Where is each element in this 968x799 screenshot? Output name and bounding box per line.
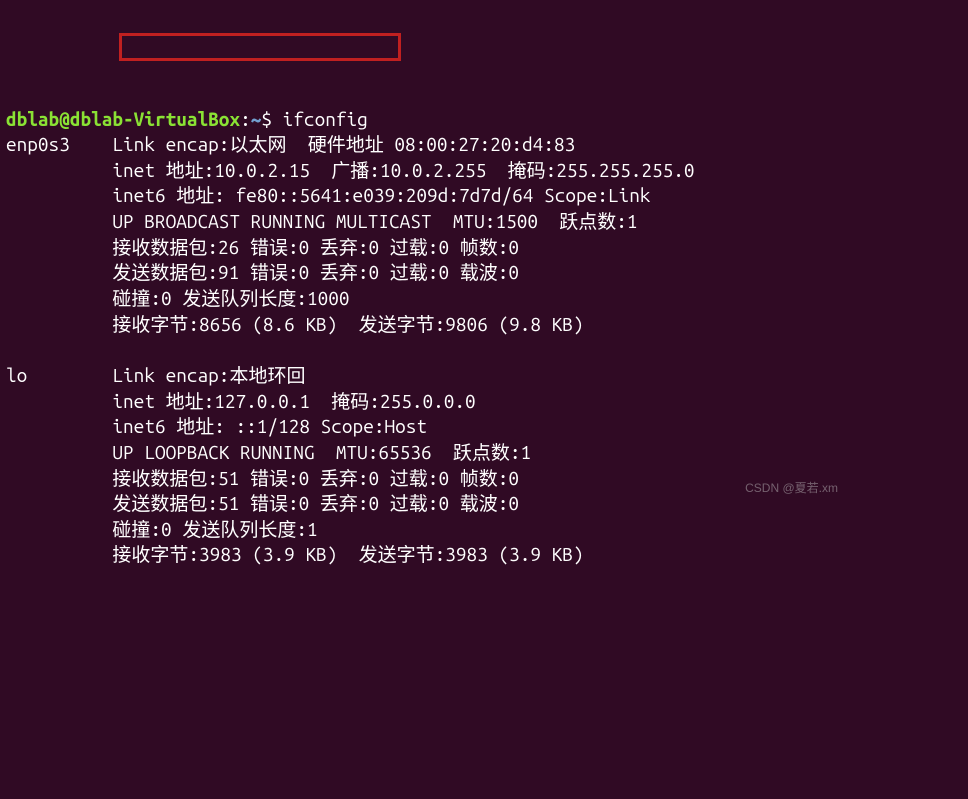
prompt-path: ~ — [251, 108, 262, 130]
enp0s3-tx-packets: 发送数据包:91 错误:0 丢弃:0 过载:0 载波:0 — [6, 261, 519, 283]
lo-rx-packets: 接收数据包:51 错误:0 丢弃:0 过载:0 帧数:0 — [6, 467, 519, 489]
enp0s3-inet-rest: 广播:10.0.2.255 掩码:255.255.255.0 — [310, 159, 695, 181]
prompt-user: dblab@dblab-VirtualBox — [6, 108, 240, 130]
lo-inet6: inet6 地址: ::1/128 Scope:Host — [6, 415, 427, 437]
lo-inet: inet 地址:127.0.0.1 掩码:255.0.0.0 — [6, 390, 476, 412]
enp0s3-inet6: inet6 地址: fe80::5641:e039:209d:7d7d/64 S… — [6, 184, 650, 206]
annotation-box-inet-addr — [119, 33, 401, 61]
lo-tx-packets: 发送数据包:51 错误:0 丢弃:0 过载:0 载波:0 — [6, 492, 519, 514]
command-text: ifconfig — [283, 108, 368, 130]
enp0s3-collisions: 碰撞:0 发送队列长度:1000 — [6, 287, 350, 309]
enp0s3-flags: UP BROADCAST RUNNING MULTICAST MTU:1500 … — [6, 210, 638, 232]
enp0s3-link: enp0s3 Link encap:以太网 硬件地址 08:00:27:20:d… — [6, 133, 575, 155]
lo-link: lo Link encap:本地环回 — [6, 364, 305, 386]
enp0s3-inet-addr: inet 地址:10.0.2.15 — [6, 159, 310, 181]
lo-flags: UP LOOPBACK RUNNING MTU:65536 跃点数:1 — [6, 441, 531, 463]
prompt-sep-colon: : — [240, 108, 251, 130]
lo-collisions: 碰撞:0 发送队列长度:1 — [6, 518, 318, 540]
enp0s3-bytes: 接收字节:8656 (8.6 KB) 发送字节:9806 (9.8 KB) — [6, 313, 584, 335]
lo-bytes: 接收字节:3983 (3.9 KB) 发送字节:3983 (3.9 KB) — [6, 543, 584, 565]
prompt-dollar: $ — [261, 108, 282, 130]
terminal-output[interactable]: dblab@dblab-VirtualBox:~$ ifconfig enp0s… — [6, 107, 964, 569]
enp0s3-rx-packets: 接收数据包:26 错误:0 丢弃:0 过载:0 帧数:0 — [6, 236, 519, 258]
